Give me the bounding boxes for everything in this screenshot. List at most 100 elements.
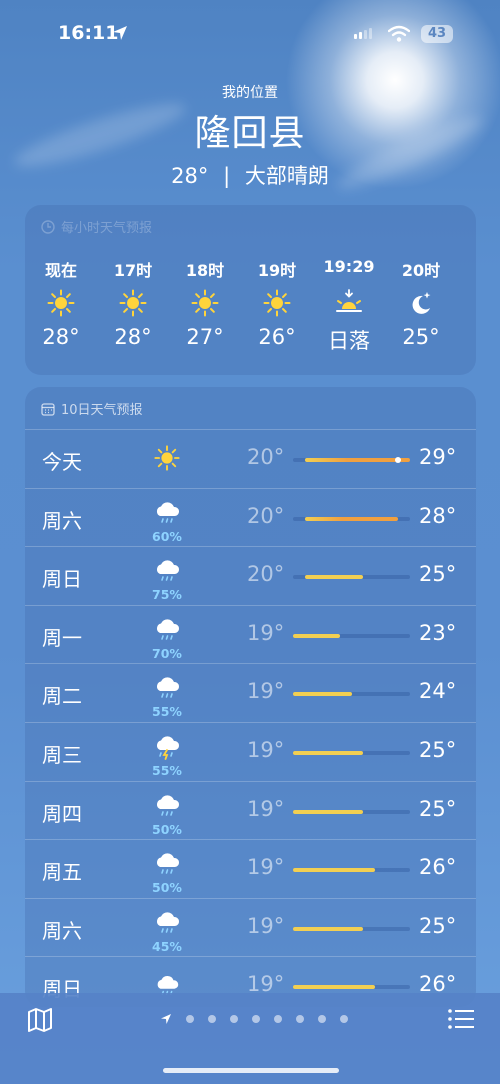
hourly-card-header: 每小时天气预报	[41, 217, 152, 236]
page-dot[interactable]	[318, 1015, 326, 1023]
battery-indicator: 43	[421, 25, 453, 43]
status-time: 16:11	[58, 22, 119, 44]
day-name: 今天	[42, 450, 82, 474]
hourly-item: 19:29 日落	[313, 257, 385, 355]
temp-range-bar	[293, 633, 340, 638]
wifi-icon	[388, 25, 410, 42]
daily-row[interactable]: 周四 50% 19° 25°	[25, 780, 476, 840]
sun-icon	[97, 283, 169, 323]
daily-row[interactable]: 周二 55% 19° 24°	[25, 663, 476, 722]
location-header: 我的位置 隆回县 28° | 大部晴朗	[0, 82, 500, 190]
hour-temp: 25°	[402, 325, 440, 349]
hourly-item: 20时 25°	[385, 257, 457, 349]
page-dot[interactable]	[186, 1015, 194, 1023]
high-temp: 25°	[419, 562, 457, 587]
current-location-icon[interactable]	[160, 1013, 172, 1025]
daily-row[interactable]: 周六 60% 20° 28°	[25, 487, 476, 547]
daily-row[interactable]: 周日 75% 20° 25°	[25, 546, 476, 605]
temp-range-track	[293, 633, 410, 638]
temp-range-track	[293, 516, 410, 521]
page-dot[interactable]	[274, 1015, 282, 1023]
day-name: 周六	[42, 508, 82, 533]
temp-range-bar	[293, 751, 364, 755]
page-dot[interactable]	[340, 1015, 348, 1023]
precip-chance: 50%	[152, 880, 182, 896]
sunset-icon	[313, 283, 385, 323]
low-temp: 19°	[247, 913, 285, 938]
high-temp: 25°	[419, 796, 457, 821]
daily-row[interactable]: 周一 70% 19° 23°	[25, 604, 476, 664]
temp-range-track	[293, 985, 410, 990]
moon-stars-icon	[385, 283, 457, 323]
current-temp: 28°	[171, 164, 209, 188]
hour-temp: 28°	[114, 325, 152, 349]
high-temp: 26°	[419, 855, 457, 880]
high-temp: 29°	[419, 445, 457, 469]
low-temp: 19°	[247, 738, 285, 762]
cloud-rain-icon	[147, 614, 187, 648]
temp-range-track	[293, 868, 410, 873]
page-dot[interactable]	[230, 1015, 238, 1023]
day-weather: 55%	[147, 731, 187, 778]
temp-range-track	[293, 692, 410, 697]
daily-forecast-card[interactable]: 10日天气预报 今天 20° 29° 周六 60% 20° 28° 周日 75%…	[25, 387, 476, 1007]
map-icon[interactable]	[27, 1007, 53, 1033]
day-name: 周三	[42, 743, 82, 767]
high-temp: 25°	[419, 738, 457, 762]
page-dot[interactable]	[296, 1015, 304, 1023]
home-indicator	[163, 1068, 339, 1073]
page-indicator[interactable]	[160, 1013, 348, 1025]
day-name: 周一	[42, 625, 82, 650]
hour-label: 18时	[185, 261, 225, 280]
hour-temp: 27°	[186, 325, 224, 349]
day-name: 周二	[42, 684, 82, 709]
temp-range-track	[293, 751, 410, 755]
hourly-forecast-card[interactable]: 每小时天气预报 现在 28° 17时 28° 18时 27° 19时 26° 19:29…	[25, 205, 476, 375]
daily-row[interactable]: 周三 55% 19° 25°	[25, 722, 476, 781]
precip-chance: 45%	[152, 938, 182, 954]
sun-icon	[241, 283, 313, 323]
hourly-title: 每小时天气预报	[61, 221, 153, 236]
low-temp: 19°	[247, 620, 285, 645]
hour-label: 17时	[113, 261, 153, 280]
page-dot[interactable]	[208, 1015, 216, 1023]
location-arrow-icon	[113, 26, 127, 40]
hour-label: 19:29	[323, 257, 375, 276]
day-weather: 60%	[147, 497, 187, 544]
cloud-rain-icon	[147, 790, 187, 824]
cellular-signal-icon	[354, 28, 372, 39]
day-name: 周六	[42, 918, 82, 943]
city-name: 隆回县	[194, 113, 306, 154]
daily-title: 10日天气预报	[61, 403, 143, 418]
calendar-icon	[41, 402, 55, 416]
hour-label: 19时	[257, 261, 297, 280]
status-bar: 16:11 43	[0, 22, 500, 48]
low-temp: 20°	[247, 503, 285, 528]
hourly-item: 18时 27°	[169, 257, 241, 349]
low-temp: 19°	[247, 855, 285, 880]
list-icon[interactable]	[447, 1007, 475, 1031]
high-temp: 28°	[419, 503, 457, 528]
hourly-item: 现在 28°	[25, 257, 97, 349]
cloud-rain-icon	[147, 672, 187, 706]
daily-row[interactable]: 周五 50% 19° 26°	[25, 839, 476, 898]
day-weather	[147, 438, 187, 482]
high-temp: 24°	[419, 679, 457, 704]
daily-row[interactable]: 周六 45% 19° 25°	[25, 897, 476, 957]
daily-row[interactable]: 今天 20° 29°	[25, 429, 476, 488]
day-weather: 50%	[147, 790, 187, 837]
cloud-rain-icon	[147, 555, 187, 589]
hourly-list[interactable]: 现在 28° 17时 28° 18时 27° 19时 26° 19:29 日落 20时 2…	[25, 257, 476, 367]
page-dot[interactable]	[252, 1015, 260, 1023]
temp-range-track	[293, 809, 410, 814]
temp-range-track	[293, 926, 410, 931]
cloud-rain-icon	[147, 907, 187, 941]
temp-range-bar	[293, 926, 364, 931]
precip-chance: 55%	[152, 763, 182, 778]
hour-label: 现在	[44, 261, 77, 280]
clock-icon	[41, 219, 55, 234]
temp-range-bar	[293, 985, 375, 990]
sun-icon	[25, 283, 97, 323]
day-name: 周五	[42, 860, 82, 885]
temp-range-bar	[293, 868, 375, 873]
